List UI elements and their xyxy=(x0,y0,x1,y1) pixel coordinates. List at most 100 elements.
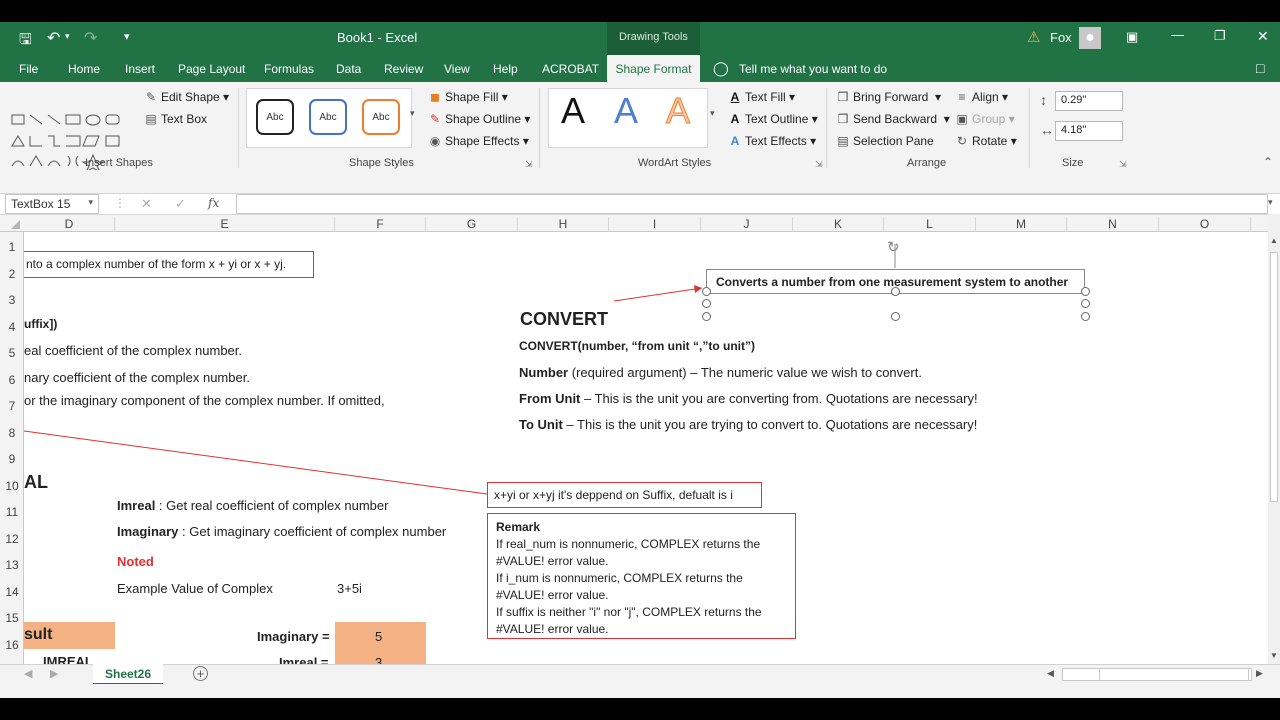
column-header-k[interactable]: K xyxy=(793,217,884,231)
column-header-o[interactable]: O xyxy=(1159,217,1251,231)
resize-handle[interactable] xyxy=(1081,312,1090,321)
suffix-text-box[interactable]: x+yi or x+yj it's deppend on Suffix, def… xyxy=(487,482,762,508)
shape-width-input[interactable]: 4.18" xyxy=(1055,121,1123,141)
row-header-7[interactable]: 7 xyxy=(0,399,24,413)
resize-handle[interactable] xyxy=(891,287,900,296)
tab-file[interactable]: File xyxy=(19,62,38,76)
tab-home[interactable]: Home xyxy=(68,62,100,76)
column-header-j[interactable]: J xyxy=(701,217,793,231)
ribbon-display-icon[interactable]: ▣ xyxy=(1126,29,1138,45)
row-header-5[interactable]: 5 xyxy=(0,346,24,360)
shape-style-2[interactable]: Abc xyxy=(309,99,347,135)
sheet-tab-sheet26[interactable]: Sheet26 xyxy=(93,664,163,685)
shape-outline-button[interactable]: ✎ Shape Outline ▾ xyxy=(428,112,530,126)
column-header-i[interactable]: I xyxy=(609,217,701,231)
result-values-block[interactable]: 5 3 xyxy=(335,622,426,664)
minimize-icon[interactable]: — xyxy=(1171,27,1184,42)
scroll-left-icon[interactable]: ◀ xyxy=(24,667,32,680)
row-header-13[interactable]: 13 xyxy=(0,558,24,572)
text-fill-button[interactable]: A Text Fill ▾ xyxy=(728,90,795,104)
resize-handle[interactable] xyxy=(891,312,900,321)
column-header-n[interactable]: N xyxy=(1067,217,1159,231)
rotate-button[interactable]: ↻ Rotate ▾ xyxy=(955,134,1017,148)
avatar[interactable]: ● xyxy=(1079,27,1101,49)
result-header-cell[interactable]: sult xyxy=(24,622,115,649)
shape-effects-button[interactable]: ◉ Shape Effects ▾ xyxy=(428,134,529,148)
row-header-2[interactable]: 2 xyxy=(0,267,24,281)
shape-height-input[interactable]: 0.29" xyxy=(1055,91,1123,111)
row-header-12[interactable]: 12 xyxy=(0,532,24,546)
column-header-m[interactable]: M xyxy=(976,217,1067,231)
wordart-style-1[interactable]: A xyxy=(561,90,585,132)
chevron-down-icon[interactable]: ▾ xyxy=(88,197,93,208)
tab-help[interactable]: Help xyxy=(493,62,518,76)
row-header-15[interactable]: 15 xyxy=(0,611,24,625)
row-header-3[interactable]: 3 xyxy=(0,293,24,307)
wordart-style-3[interactable]: A xyxy=(665,90,690,132)
text-outline-button[interactable]: A Text Outline ▾ xyxy=(728,112,818,126)
resize-handle[interactable] xyxy=(1081,287,1090,296)
expand-formula-bar-icon[interactable]: ▾ xyxy=(1268,197,1273,208)
tab-acrobat[interactable]: ACROBAT xyxy=(542,62,599,76)
select-all-icon[interactable] xyxy=(11,220,20,229)
undo-dropdown-icon[interactable]: ▾ xyxy=(65,31,70,42)
column-header-e[interactable]: E xyxy=(115,217,335,231)
send-backward-button[interactable]: ❒ Send Backward ▾ xyxy=(836,112,950,126)
rotate-handle-icon[interactable]: ↻ xyxy=(887,238,900,256)
add-sheet-icon[interactable]: + xyxy=(193,666,208,681)
column-header-h[interactable]: H xyxy=(518,217,609,231)
restore-icon[interactable]: ❐ xyxy=(1214,28,1226,44)
undo-icon[interactable]: ↶ xyxy=(47,28,60,48)
tab-review[interactable]: Review xyxy=(384,62,423,76)
worksheet[interactable]: nto a complex number of the form x + yi … xyxy=(24,232,1268,664)
tell-me-search[interactable]: Tell me what you want to do xyxy=(739,62,887,76)
complex-form-text-box[interactable]: nto a complex number of the form x + yi … xyxy=(24,251,314,278)
collapse-ribbon-icon[interactable]: ⌃ xyxy=(1263,155,1273,169)
edit-shape-button[interactable]: ✎ Edit Shape ▾ xyxy=(144,90,229,104)
row-header-6[interactable]: 6 xyxy=(0,373,24,387)
enter-icon[interactable]: ✓ xyxy=(175,196,186,212)
imreal-cell[interactable]: IMREAL xyxy=(24,649,115,664)
name-box[interactable]: TextBox 15 ▾ xyxy=(5,194,99,214)
wordart-style-2[interactable]: A xyxy=(614,90,638,132)
row-header-8[interactable]: 8 xyxy=(0,426,24,440)
vertical-scrollbar[interactable]: ▲ ▼ xyxy=(1268,214,1280,664)
row-header-9[interactable]: 9 xyxy=(0,452,24,466)
size-launcher-icon[interactable]: ⇲ xyxy=(1119,159,1127,170)
formula-input[interactable] xyxy=(236,194,1268,214)
save-icon[interactable]: 🖫 xyxy=(19,29,32,54)
horizontal-scroll-thumb[interactable] xyxy=(1099,669,1249,680)
row-header-10[interactable]: 10 xyxy=(0,479,24,493)
customize-qat-icon[interactable]: ▾ xyxy=(124,30,130,43)
scroll-down-icon[interactable]: ▼ xyxy=(1270,651,1278,660)
selection-pane-button[interactable]: ▤ Selection Pane xyxy=(836,134,933,148)
redo-icon[interactable]: ↷ xyxy=(84,28,97,48)
row-header-4[interactable]: 4 xyxy=(0,320,24,334)
hscroll-right-icon[interactable]: ▶ xyxy=(1256,668,1263,679)
user-name[interactable]: Fox xyxy=(1050,30,1072,45)
insert-function-icon[interactable]: fx xyxy=(208,196,219,210)
bring-forward-button[interactable]: ❒ Bring Forward ▾ xyxy=(836,90,941,104)
column-header-g[interactable]: G xyxy=(426,217,518,231)
close-icon[interactable]: ✕ xyxy=(1257,28,1269,45)
column-header-d[interactable]: D xyxy=(24,217,115,231)
column-header-l[interactable]: L xyxy=(884,217,976,231)
hscroll-left-icon[interactable]: ◀ xyxy=(1047,668,1054,679)
column-header-f[interactable]: F xyxy=(335,217,426,231)
align-button[interactable]: ≡ Align ▾ xyxy=(955,90,1008,104)
tab-data[interactable]: Data xyxy=(336,62,361,76)
cancel-icon[interactable]: ✕ xyxy=(141,196,152,212)
shape-style-1[interactable]: Abc xyxy=(256,99,294,135)
wordart-more-icon[interactable]: ▾ xyxy=(710,108,715,119)
vertical-scroll-thumb[interactable] xyxy=(1270,252,1278,502)
shape-styles-launcher-icon[interactable]: ⇲ xyxy=(525,159,533,170)
wordart-launcher-icon[interactable]: ⇲ xyxy=(815,159,823,170)
warning-icon[interactable]: ⚠ xyxy=(1027,28,1040,46)
remark-text-box[interactable]: Remark If real_num is nonnumeric, COMPLE… xyxy=(487,513,796,639)
tab-insert[interactable]: Insert xyxy=(125,62,155,76)
gallery-more-icon[interactable]: ▾ xyxy=(410,108,415,119)
text-box-button[interactable]: ▤ Text Box xyxy=(144,112,207,126)
row-header-11[interactable]: 11 xyxy=(0,505,24,519)
tab-formulas[interactable]: Formulas xyxy=(264,62,314,76)
row-header-16[interactable]: 16 xyxy=(0,638,24,652)
